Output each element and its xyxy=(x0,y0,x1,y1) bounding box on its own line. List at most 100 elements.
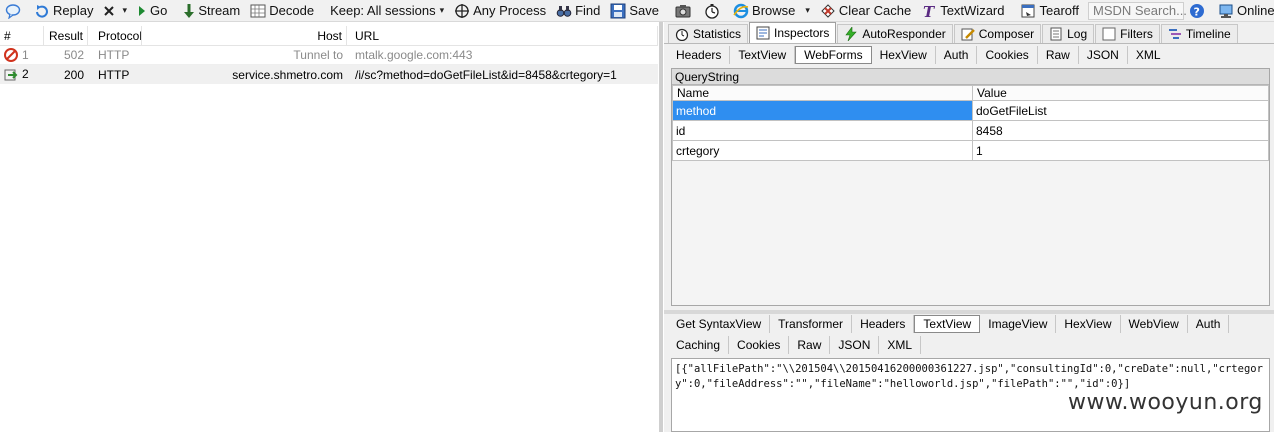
table-row[interactable]: id 8458 xyxy=(672,120,1269,141)
tab-log[interactable]: Log xyxy=(1042,24,1095,43)
clear-cache-button[interactable]: Clear Cache xyxy=(815,1,916,21)
column-header-protocol[interactable]: Protocol xyxy=(88,25,142,46)
tab-response-cookies[interactable]: Cookies xyxy=(729,336,790,354)
tab-composer[interactable]: Composer xyxy=(953,24,1042,43)
tab-response-webview[interactable]: WebView xyxy=(1121,315,1188,333)
chevron-down-icon: ▾ xyxy=(439,5,445,15)
replay-icon xyxy=(34,3,50,19)
tab-filters[interactable]: Filters xyxy=(1095,24,1160,43)
querystring-empty-area xyxy=(672,161,1269,293)
column-header-value[interactable]: Value xyxy=(972,85,1269,101)
tab-label: Log xyxy=(1067,27,1088,41)
tab-request-textview[interactable]: TextView xyxy=(730,46,796,64)
tab-autoresponder[interactable]: AutoResponder xyxy=(837,24,953,43)
any-process-button[interactable]: Any Process xyxy=(449,1,551,21)
tab-request-auth[interactable]: Auth xyxy=(936,46,978,64)
save-button[interactable]: Save xyxy=(605,1,664,21)
tab-response-raw[interactable]: Raw xyxy=(789,336,831,354)
ie-browser-icon xyxy=(733,3,749,19)
go-button[interactable]: Go xyxy=(132,1,172,21)
go-label: Go xyxy=(150,3,168,18)
tab-response-json[interactable]: JSON xyxy=(830,336,880,354)
tab-response-auth[interactable]: Auth xyxy=(1188,315,1230,333)
decode-button[interactable]: Decode xyxy=(245,1,319,21)
speech-bubble-icon xyxy=(5,3,21,19)
session-row[interactable]: 2 200 HTTP service.shmetro.com /i/sc?met… xyxy=(0,65,658,84)
table-row[interactable]: crtegory 1 xyxy=(672,140,1269,161)
lightning-icon xyxy=(844,26,858,42)
screenshot-button[interactable] xyxy=(670,1,699,21)
param-name[interactable]: crtegory xyxy=(672,140,973,161)
stream-button[interactable]: Stream xyxy=(178,1,245,21)
msdn-search-input[interactable]: MSDN Search... xyxy=(1088,1,1187,20)
timeline-icon xyxy=(1168,27,1182,41)
tab-request-webforms[interactable]: WebForms xyxy=(795,46,872,64)
response-arrow-icon xyxy=(4,68,18,82)
param-value[interactable]: doGetFileList xyxy=(972,100,1269,121)
session-result: 502 xyxy=(63,48,84,62)
tab-label: Composer xyxy=(978,27,1035,41)
param-name[interactable]: method xyxy=(672,100,973,121)
column-header-result[interactable]: Result xyxy=(44,25,88,46)
crosshair-icon xyxy=(454,3,470,19)
browse-button[interactable]: Browse ▾ xyxy=(728,1,815,21)
request-inspector-tabs: Headers TextView WebForms HexView Auth C… xyxy=(664,44,1274,66)
param-value[interactable]: 8458 xyxy=(972,120,1269,141)
table-row[interactable]: method doGetFileList xyxy=(672,100,1269,121)
tearoff-label: Tearoff xyxy=(1039,3,1079,18)
chevron-down-icon[interactable]: ▾ xyxy=(805,5,810,16)
column-header-url[interactable]: URL xyxy=(347,25,658,46)
tab-response-headers[interactable]: Headers xyxy=(852,315,915,333)
find-button[interactable]: Find xyxy=(551,1,605,21)
help-button[interactable]: ? xyxy=(1184,1,1213,21)
textwizard-icon: T xyxy=(921,3,937,21)
tab-statistics[interactable]: Statistics xyxy=(668,24,749,43)
session-result: 200 xyxy=(63,67,84,82)
querystring-title: QueryString xyxy=(672,69,1269,85)
tab-request-raw[interactable]: Raw xyxy=(1038,46,1079,64)
tab-request-xml[interactable]: XML xyxy=(1128,46,1169,64)
session-number: 2 xyxy=(22,67,29,82)
remove-button[interactable]: ▾ xyxy=(98,1,132,21)
tab-request-json[interactable]: JSON xyxy=(1079,46,1128,64)
tab-timeline[interactable]: Timeline xyxy=(1160,24,1238,43)
param-value[interactable]: 1 xyxy=(972,140,1269,161)
timer-button[interactable] xyxy=(699,1,728,21)
session-protocol: HTTP xyxy=(98,67,130,82)
tearoff-button[interactable]: Tearoff xyxy=(1015,1,1084,21)
tab-response-textview[interactable]: TextView xyxy=(914,315,981,333)
session-row[interactable]: 1 502 HTTP Tunnel to mtalk.google.com:44… xyxy=(0,46,658,65)
tab-response-xml[interactable]: XML xyxy=(879,336,922,354)
vertical-splitter[interactable] xyxy=(659,22,663,432)
tab-request-cookies[interactable]: Cookies xyxy=(977,46,1038,64)
tab-response-syntaxview[interactable]: Get SyntaxView xyxy=(668,315,771,333)
keep-sessions-dropdown[interactable]: Keep: All sessions ▾ xyxy=(325,1,449,21)
tab-response-hexview[interactable]: HexView xyxy=(1056,315,1121,333)
replay-button[interactable]: Replay xyxy=(29,1,98,21)
column-header-host[interactable]: Host xyxy=(142,25,347,46)
tab-response-imageview[interactable]: ImageView xyxy=(980,315,1057,333)
save-disk-icon xyxy=(610,3,626,19)
inspector-pane: Statistics Inspectors AutoResponder Comp… xyxy=(664,22,1274,432)
querystring-panel: QueryString Name Value method doGetFileL… xyxy=(671,68,1270,306)
tab-response-caching[interactable]: Caching xyxy=(668,336,730,354)
tab-request-hexview[interactable]: HexView xyxy=(872,46,936,64)
column-header-name[interactable]: Name xyxy=(672,85,973,101)
param-name[interactable]: id xyxy=(672,120,973,141)
replay-label: Replay xyxy=(53,3,94,18)
tab-request-headers[interactable]: Headers xyxy=(668,46,731,64)
stream-arrow-icon xyxy=(183,3,195,19)
online-status[interactable]: Online xyxy=(1213,1,1274,21)
chevron-down-icon[interactable]: ▾ xyxy=(122,5,127,16)
session-number-cell: 2 xyxy=(0,67,44,82)
comment-button[interactable] xyxy=(0,1,29,21)
tab-inspectors[interactable]: Inspectors xyxy=(749,22,837,43)
tab-response-transformer[interactable]: Transformer xyxy=(770,315,853,333)
column-header-number[interactable]: # xyxy=(0,25,44,46)
svg-text:T: T xyxy=(923,3,936,19)
binoculars-icon xyxy=(556,3,572,19)
textwizard-button[interactable]: T TextWizard xyxy=(916,1,1009,21)
browse-label: Browse xyxy=(752,3,796,18)
keep-label: Keep: All sessions xyxy=(330,3,436,18)
watermark: www.wooyun.org xyxy=(1068,390,1263,415)
